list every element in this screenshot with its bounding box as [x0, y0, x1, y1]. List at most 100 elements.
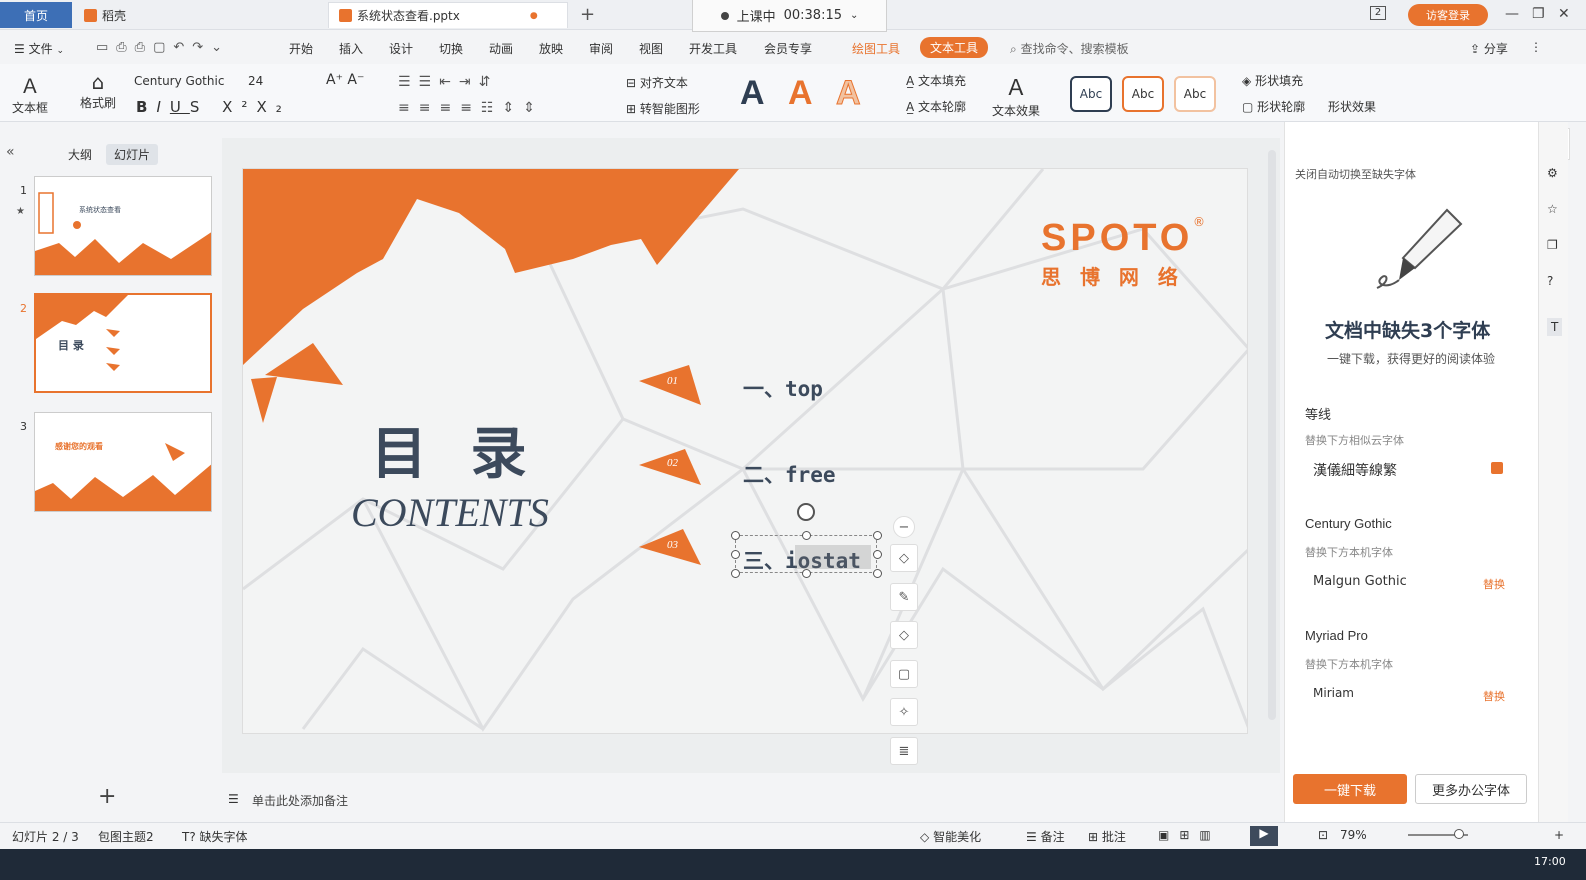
fill-bucket-icon[interactable]: ◇	[890, 621, 918, 649]
tab-daoke[interactable]: 稻壳	[74, 2, 324, 28]
shape-style-3[interactable]: Abc	[1174, 76, 1216, 112]
paragraph-align-buttons[interactable]: ≡≡≡≡☷⇕⇕	[398, 100, 544, 116]
zoom-level[interactable]: 79%	[1340, 828, 1367, 842]
help-icon[interactable]: ?	[1547, 274, 1553, 288]
textbox-button[interactable]: Ａ 文本框	[12, 70, 48, 116]
collapse-panel-icon[interactable]: «	[6, 144, 15, 160]
resize-handle[interactable]	[731, 531, 740, 540]
text-panel-icon[interactable]: T	[1547, 318, 1563, 336]
window-icon[interactable]: ❐	[1547, 238, 1558, 252]
menu-member[interactable]: 会员专享	[764, 40, 812, 57]
text-outline-button[interactable]: A̲ 文本轮廓	[906, 98, 966, 115]
shape-fill-button[interactable]: ◈ 形状填充	[1242, 72, 1303, 89]
recording-bar[interactable]: 上课中 00:38:15 ⌄	[692, 0, 887, 32]
auto-switch-option[interactable]: 关闭自动切换至缺失字体	[1295, 166, 1416, 182]
menu-file[interactable]: ☰ 文件 ⌄	[14, 40, 64, 57]
grow-shrink-font-icons[interactable]: A⁺ A⁻	[326, 72, 364, 88]
star-icon[interactable]: ☆	[1547, 202, 1558, 216]
resize-handle[interactable]	[873, 550, 882, 559]
menu-insert[interactable]: 插入	[339, 40, 363, 57]
view-mode-buttons[interactable]: ▣⊞▥	[1158, 828, 1221, 842]
rotate-handle-icon[interactable]	[797, 503, 815, 521]
smart-beautify-button[interactable]: ◇ 智能美化	[920, 828, 981, 845]
close-icon[interactable]: ✕	[1558, 6, 1570, 22]
slide-thumbnail-2[interactable]: 目 录	[34, 293, 212, 393]
replace-button[interactable]: 替换	[1483, 576, 1505, 592]
text-style-outline[interactable]: A	[836, 74, 862, 113]
zoom-slider-thumb[interactable]	[1454, 829, 1464, 839]
menu-review[interactable]: 审阅	[589, 40, 613, 57]
list-indent-buttons[interactable]: ☰☰⇤⇥⇵	[398, 74, 498, 90]
menu-design[interactable]: 设计	[389, 40, 413, 57]
tab-document[interactable]: 系统状态查看.pptx ●	[328, 2, 568, 28]
menu-text-tools[interactable]: 文本工具	[920, 37, 989, 58]
align-text-button[interactable]: ⊟ 对齐文本	[626, 74, 688, 91]
text-fill-button[interactable]: A̲ 文本填充	[906, 72, 966, 89]
slide-title[interactable]: 目 录	[371, 409, 539, 490]
fit-window-icon[interactable]: ⊡	[1318, 828, 1328, 842]
notes-toggle[interactable]: ☰ 备注	[1026, 828, 1065, 845]
zoom-in-icon[interactable]: +	[1554, 828, 1564, 842]
canvas-scrollbar[interactable]	[1268, 150, 1276, 720]
border-icon[interactable]: ▢	[890, 660, 918, 688]
pen-icon[interactable]: ✎	[890, 583, 918, 611]
format-painter-button[interactable]: ⌂ 格式刷	[80, 70, 116, 111]
slide-thumbnail-3[interactable]: 感谢您的观看	[34, 412, 212, 512]
slide-subtitle[interactable]: CONTENTS	[351, 489, 549, 536]
tab-outline[interactable]: 大纲	[60, 144, 100, 165]
menu-view[interactable]: 视图	[639, 40, 663, 57]
settings-sliders-icon[interactable]: ⚙	[1547, 166, 1558, 180]
menu-animation[interactable]: 动画	[489, 40, 513, 57]
text-wrap-icon[interactable]: ≣	[890, 737, 918, 765]
text-effect-button[interactable]: Ａ 文本效果	[992, 70, 1040, 119]
resize-handle[interactable]	[873, 531, 882, 540]
comments-toggle[interactable]: ⊞ 批注	[1088, 828, 1126, 845]
search-command[interactable]: ⌕ 查找命令、搜索模板	[1010, 40, 1129, 57]
replacement-font[interactable]: 漢儀細等線繁	[1313, 460, 1397, 480]
resize-handle[interactable]	[731, 569, 740, 578]
theme-name[interactable]: 包图主题2	[98, 828, 154, 845]
more-options-icon[interactable]: ⋮	[1530, 40, 1542, 54]
new-tab-button[interactable]: +	[580, 4, 595, 25]
smart-shape-button[interactable]: ⊞ 转智能图形	[626, 100, 700, 117]
replacement-font[interactable]: Miriam	[1313, 686, 1354, 700]
missing-fonts-status[interactable]: T? 缺失字体	[182, 828, 248, 845]
shape-style-2[interactable]: Abc	[1122, 76, 1164, 112]
collapse-icon[interactable]: −	[893, 516, 915, 538]
tab-home[interactable]: 首页	[0, 2, 72, 28]
add-slide-button[interactable]: +	[98, 784, 116, 809]
replace-button[interactable]: 替换	[1483, 688, 1505, 704]
tab-slides[interactable]: 幻灯片	[106, 144, 159, 165]
replacement-font[interactable]: Malgun Gothic	[1313, 574, 1407, 589]
play-slideshow-icon[interactable]: ▶	[1250, 826, 1278, 846]
toc-item-1[interactable]: 一、top	[743, 373, 823, 403]
menu-slideshow[interactable]: 放映	[539, 40, 563, 57]
menu-start[interactable]: 开始	[289, 40, 313, 57]
animation-icon[interactable]: ✧	[890, 698, 918, 726]
menu-draw-tools[interactable]: 绘图工具	[852, 40, 900, 57]
font-family-select[interactable]: Century Gothic	[134, 74, 230, 92]
resize-handle[interactable]	[802, 569, 811, 578]
minimize-icon[interactable]: —	[1505, 6, 1519, 22]
restore-icon[interactable]: ❐	[1532, 6, 1545, 22]
shape-outline-button[interactable]: ▢ 形状轮廓	[1242, 98, 1305, 115]
shape-effect-button[interactable]: 形状效果	[1328, 98, 1376, 115]
slide-2[interactable]: SPOTO ® 思 博 网 络 目 录 CONTENTS 01 02 03 一、…	[242, 168, 1248, 734]
resize-handle[interactable]	[873, 569, 882, 578]
more-fonts-button[interactable]: 更多办公字体	[1415, 774, 1527, 804]
layers-icon[interactable]: ◇	[890, 544, 918, 572]
text-style-orange[interactable]: A	[788, 74, 813, 113]
font-style-buttons[interactable]: BIUS X²X₂	[136, 98, 291, 116]
slide-thumbnail-1[interactable]: 系统状态查看	[34, 176, 212, 276]
notes-bar[interactable]: ☰ 单击此处添加备注	[222, 786, 1280, 812]
shape-style-1[interactable]: Abc	[1070, 76, 1112, 112]
login-button[interactable]: 访客登录	[1408, 4, 1488, 26]
resize-handle[interactable]	[802, 531, 811, 540]
font-size-select[interactable]: 24	[248, 74, 318, 92]
resize-handle[interactable]	[731, 550, 740, 559]
text-style-dark[interactable]: A	[740, 74, 765, 113]
quick-access-toolbar[interactable]: ▭⎙⎙▢↶↷⌄	[96, 40, 230, 55]
toc-item-2[interactable]: 二、free	[743, 459, 836, 489]
share-button[interactable]: ⇪ 分享	[1470, 40, 1508, 57]
menu-developer[interactable]: 开发工具	[689, 40, 737, 57]
